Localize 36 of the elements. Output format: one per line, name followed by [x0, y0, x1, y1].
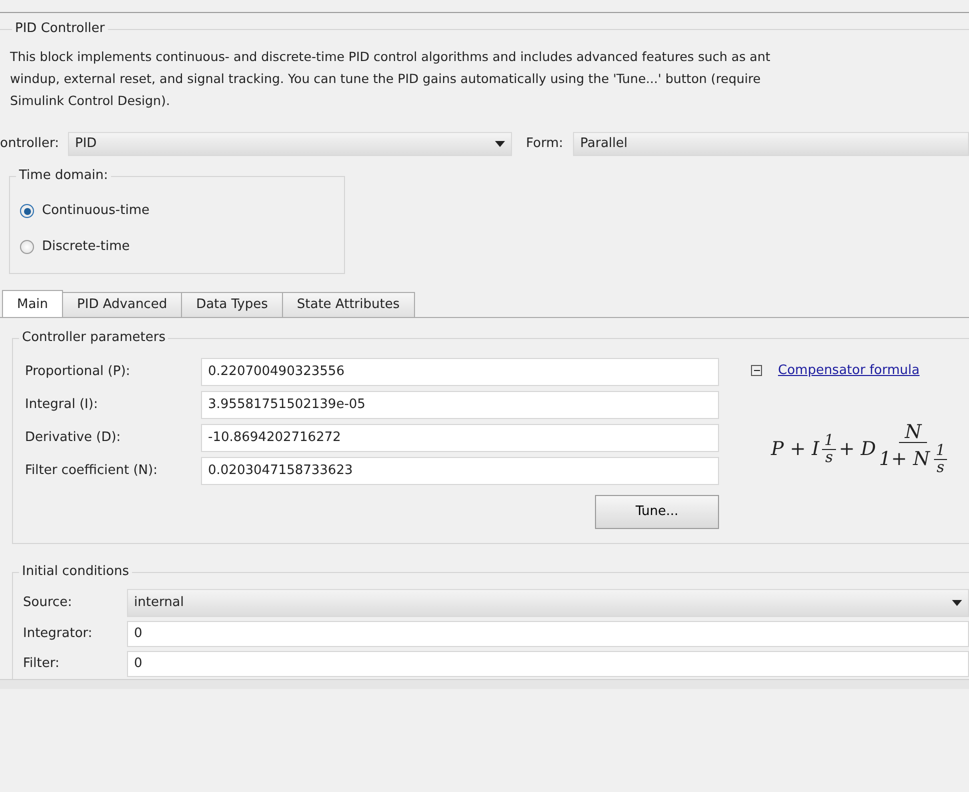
- field-label: Integral (I):: [25, 396, 99, 414]
- input-field[interactable]: 0.0203047158733623: [201, 456, 719, 484]
- tab[interactable]: Data Types: [181, 292, 283, 317]
- collapse-icon[interactable]: [751, 365, 762, 376]
- radio-label: Discrete-time: [42, 238, 130, 256]
- tune-button[interactable]: Tune...: [595, 495, 719, 529]
- tab[interactable]: Main: [2, 290, 64, 317]
- radio-label: Continuous-time: [42, 202, 150, 220]
- field-label: Form:: [526, 135, 564, 154]
- caret-icon: [952, 600, 962, 606]
- description-text: Simulink Control Design).: [10, 92, 170, 110]
- input-field[interactable]: 3.95581751502139e-05: [201, 390, 719, 418]
- field-label: Source:: [23, 594, 74, 612]
- field-label: ontroller:: [0, 135, 60, 154]
- input-field[interactable]: 0: [127, 651, 969, 677]
- field-label: Filter:: [23, 655, 60, 674]
- radio-button[interactable]: [20, 204, 34, 218]
- field-label: Integrator:: [23, 625, 94, 644]
- description-text: This block implements continuous- and discrete-time PID control algorithms and includes advanced features such as ant: [10, 48, 770, 66]
- description-text: windup, external reset, and signal tracking. You can tune the PID gains automatically using the 'Tune...' button (require: [10, 70, 761, 88]
- group-title: Controller parameters: [19, 330, 168, 346]
- source-dropdown[interactable]: internal: [127, 589, 969, 617]
- form-dropdown[interactable]: Parallel: [573, 132, 969, 156]
- tab[interactable]: PID Advanced: [62, 292, 182, 317]
- caret-icon: [495, 141, 505, 147]
- input-field[interactable]: 0: [127, 621, 969, 647]
- horizontal-scrollbar[interactable]: [0, 679, 969, 689]
- field-label: Filter coefficient (N):: [25, 462, 158, 480]
- field-label: Derivative (D):: [25, 428, 122, 447]
- controller-dropdown[interactable]: PID: [68, 132, 512, 156]
- tab[interactable]: State Attributes: [282, 292, 415, 317]
- field-label: Proportional (P):: [25, 362, 132, 381]
- input-field[interactable]: 0.220700490323556: [201, 358, 719, 386]
- formula-link[interactable]: Compensator formula: [778, 361, 920, 380]
- radio-button[interactable]: [20, 240, 34, 254]
- input-field[interactable]: -10.8694202716272: [201, 424, 719, 452]
